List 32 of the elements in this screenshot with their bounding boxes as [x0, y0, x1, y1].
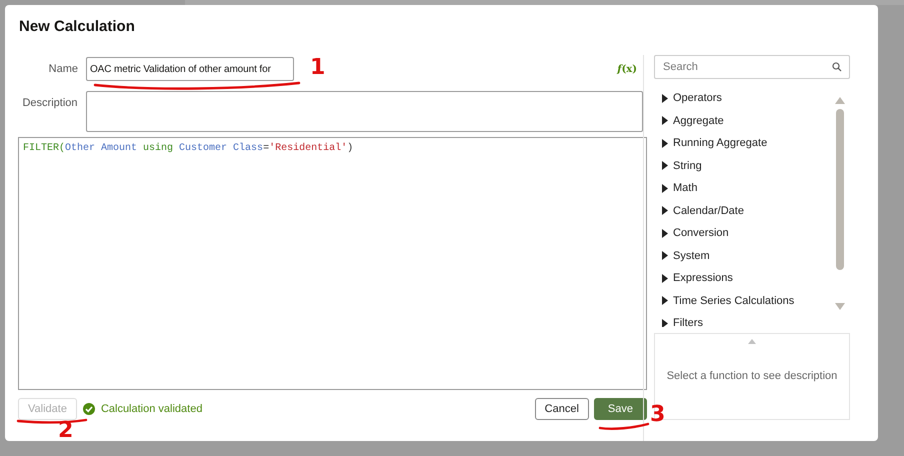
function-category[interactable]: Conversion [673, 227, 729, 240]
field-label: Description [21, 97, 78, 109]
collapse-icon[interactable] [748, 339, 756, 344]
function-category[interactable]: Time Series Calculations [673, 294, 794, 307]
code-line: FILTER(Other Amount using Customer Class='Residential') [23, 143, 354, 154]
scrollbar-thumb[interactable] [836, 109, 844, 270]
function-category[interactable]: Calendar/Date [673, 204, 744, 217]
function-category[interactable]: Math [673, 182, 698, 194]
validation-message: Calculation validated [100, 403, 202, 415]
save-button[interactable]: Save [594, 398, 647, 420]
cancel-button[interactable]: Cancel [534, 398, 589, 420]
function-category[interactable]: Operators [673, 92, 722, 104]
annotation-number: 1 [310, 57, 326, 79]
search-field[interactable]: Search [654, 55, 850, 79]
scroll-down-icon[interactable] [835, 303, 845, 310]
name-field[interactable]: OAC metric Validation of other amount for [86, 57, 294, 81]
expression-editor[interactable]: FILTER(Other Amount using Customer Class='Residential') [18, 137, 647, 390]
function-category[interactable]: Running Aggregate [673, 137, 768, 150]
function-category[interactable]: Expressions [673, 272, 733, 284]
annotation-number: 3 [650, 404, 666, 426]
dialog-title: New Calculation [19, 18, 135, 35]
description-hint: Select a function to see description [666, 370, 838, 382]
function-button[interactable]: f(x) [617, 64, 637, 74]
function-category[interactable]: Filters [673, 317, 703, 327]
function-category[interactable]: Aggregate [673, 114, 724, 127]
function-category[interactable]: System [673, 250, 710, 262]
function-category[interactable]: String [673, 160, 702, 172]
scroll-up-icon[interactable] [835, 97, 845, 104]
underline-mark [598, 420, 652, 432]
field-label: Name [48, 63, 78, 75]
description-field[interactable] [86, 91, 643, 132]
search-icon [832, 62, 842, 72]
